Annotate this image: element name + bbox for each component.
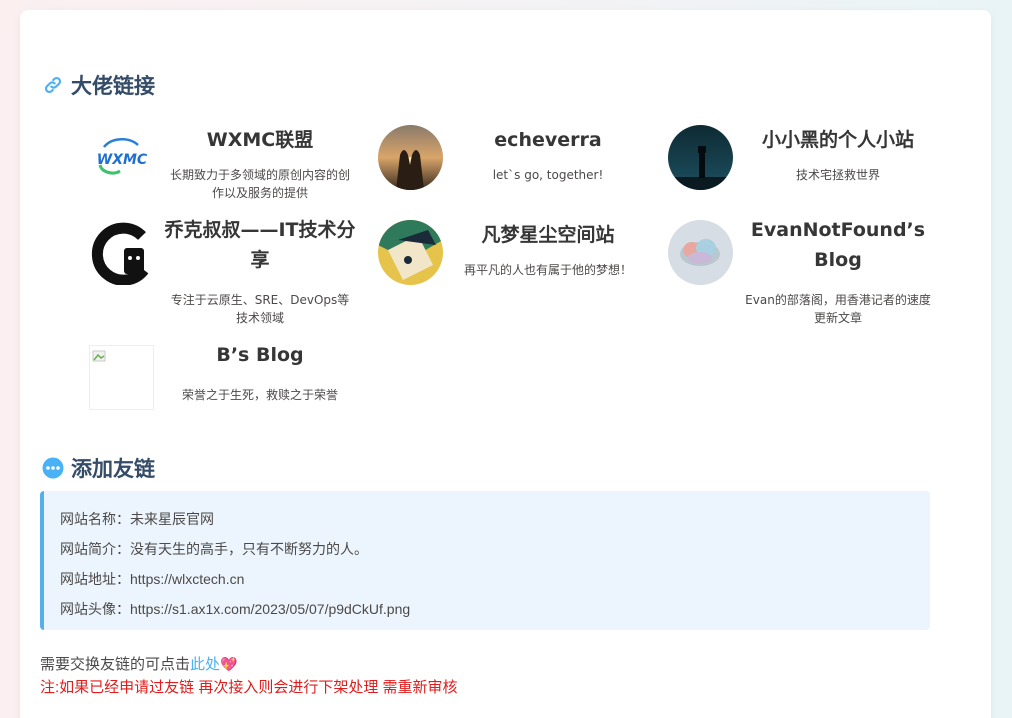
friend-name[interactable]: 凡梦星尘空间站 bbox=[448, 220, 648, 250]
black-g-logo-icon bbox=[90, 220, 155, 285]
friend-desc: 技术宅拯救世界 bbox=[795, 168, 880, 182]
friend-name[interactable]: WXMC联盟 bbox=[160, 125, 360, 155]
friend-name[interactable]: B’s Blog bbox=[160, 340, 360, 370]
friend-links-heading: 大佬链接 bbox=[42, 70, 155, 100]
more-dots-icon bbox=[42, 457, 64, 479]
sparkling-heart-icon: 💖 bbox=[220, 656, 238, 672]
friend-name[interactable]: EvanNotFound’s Blog bbox=[738, 215, 938, 275]
exchange-link[interactable]: 此处 bbox=[190, 656, 220, 673]
friend-desc: 再平凡的人也有属于他的梦想！ bbox=[463, 263, 632, 277]
sunset-couple-photo-icon bbox=[378, 125, 443, 190]
friend-desc: let`s go, together! bbox=[492, 168, 604, 182]
link-icon bbox=[42, 74, 64, 96]
friend-desc: 专注于云原生、SRE、DevOps等技术领域 bbox=[170, 293, 350, 325]
exchange-line: 需要交换友链的可点击此处💖 bbox=[40, 653, 458, 676]
add-link-title: 添加友链 bbox=[71, 457, 155, 481]
friend-name[interactable]: 乔克叔叔——IT技术分享 bbox=[160, 215, 360, 275]
site-avatar-row: 网站头像：https://s1.ax1x.com/2023/05/07/p9dC… bbox=[60, 601, 411, 617]
friend-desc: 长期致力于多领域的原创内容的创作以及服务的提供 bbox=[169, 168, 350, 200]
friend-card-evan[interactable]: EvanNotFound’s Blog Evan的部落阁，用香港记者的速度更新文… bbox=[658, 219, 938, 325]
friend-name[interactable]: echeverra bbox=[448, 125, 648, 155]
reapply-warning: 注:如果已经申请过友链 再次接入则会进行下架处理 需重新审核 bbox=[40, 679, 458, 696]
friend-card-xiaoxiaohei[interactable]: 小小黑的个人小站 技术宅拯救世界 bbox=[658, 125, 938, 220]
friend-card-fanmeng[interactable]: 凡梦星尘空间站 再平凡的人也有属于他的梦想！ bbox=[368, 220, 648, 315]
site-name-row: 网站名称：未来星辰官网 bbox=[60, 511, 214, 527]
broken-image-icon bbox=[89, 345, 154, 410]
svg-text:WXMC: WXMC bbox=[97, 152, 148, 168]
add-link-heading: 添加友链 bbox=[42, 453, 155, 483]
anime-character-avatar-icon bbox=[378, 220, 443, 285]
wxmc-logo-icon: WXMC bbox=[90, 125, 155, 190]
exchange-notice: 需要交换友链的可点击此处💖 注:如果已经申请过友链 再次接入则会进行下架处理 需… bbox=[40, 653, 458, 699]
friend-desc: Evan的部落阁，用香港记者的速度更新文章 bbox=[745, 293, 931, 325]
friend-name[interactable]: 小小黑的个人小站 bbox=[738, 125, 938, 155]
site-info-box: 网站名称：未来星辰官网 网站简介：没有天生的高手，只有不断努力的人。 网站地址：… bbox=[40, 491, 930, 630]
friend-desc: 荣誉之于生死，救赎之于荣誉 bbox=[181, 388, 338, 402]
friend-card-wxmc[interactable]: WXMC WXMC联盟 长期致力于多领域的原创内容的创作以及服务的提供 bbox=[80, 125, 360, 220]
site-url-row: 网站地址：https://wlxctech.cn bbox=[60, 571, 245, 587]
cloud-avatar-icon bbox=[668, 220, 733, 285]
friend-links-title: 大佬链接 bbox=[71, 74, 155, 98]
friend-card-echeverra[interactable]: echeverra let`s go, together! bbox=[368, 125, 648, 220]
dark-night-figure-photo-icon bbox=[668, 125, 733, 190]
exchange-prefix: 需要交换友链的可点击 bbox=[40, 656, 191, 673]
friend-card-qiaoke[interactable]: 乔克叔叔——IT技术分享 专注于云原生、SRE、DevOps等技术领域 bbox=[80, 219, 360, 325]
site-intro-row: 网站简介：没有天生的高手，只有不断努力的人。 bbox=[60, 541, 368, 557]
friend-card-bsblog[interactable]: B’s Blog 荣誉之于生死，救赎之于荣誉 bbox=[80, 344, 360, 440]
